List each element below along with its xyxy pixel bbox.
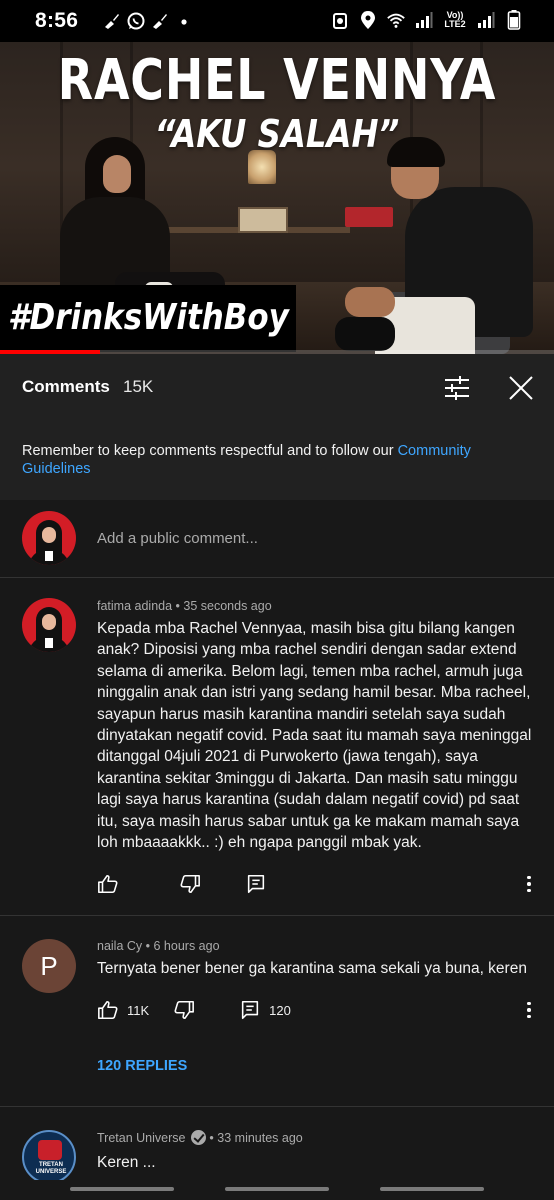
status-left-icons xyxy=(102,11,194,31)
comments-count: 15K xyxy=(123,377,154,396)
video-player[interactable]: RACHEL VENNYA “AKU SALAH” #DrinksWithBoy xyxy=(0,42,554,354)
video-subtitle-text: “AKU SALAH” xyxy=(154,112,400,156)
nav-pill[interactable] xyxy=(70,1187,174,1191)
wifi-icon xyxy=(386,10,406,30)
battery-icon xyxy=(504,10,524,30)
dislike-button[interactable] xyxy=(173,999,195,1021)
signal-icon xyxy=(476,10,496,30)
comment-item: fatima adinda • 35 seconds ago Kepada mb… xyxy=(0,578,554,916)
commenter-avatar[interactable] xyxy=(22,598,76,652)
avatar-logo-text: TRETAN UNIVERSE xyxy=(35,1162,67,1175)
dislike-button[interactable] xyxy=(179,873,201,895)
comment-text: Kepada mba Rachel Vennyaa, masih bisa gi… xyxy=(97,620,532,852)
comment-text: Ternyata bener bener ga karantina sama s… xyxy=(97,960,527,977)
reply-button[interactable]: 120 xyxy=(239,999,291,1021)
comment-time: 33 minutes ago xyxy=(217,1131,303,1145)
comment-author[interactable]: Tretan Universe xyxy=(97,1131,185,1145)
comment-actions: 11K 120 xyxy=(97,999,291,1021)
lte-label: LTE2 xyxy=(444,19,466,29)
more-options-button[interactable] xyxy=(522,873,536,895)
alarm-icon xyxy=(330,10,350,30)
comment-time: 6 hours ago xyxy=(153,939,220,953)
sort-filter-icon xyxy=(445,376,469,400)
comment-time: 35 seconds ago xyxy=(183,599,272,613)
comments-header: Comments 15K xyxy=(0,354,554,422)
add-comment-input[interactable]: Add a public comment... xyxy=(97,530,258,547)
reply-button[interactable] xyxy=(245,873,275,895)
more-options-button[interactable] xyxy=(522,999,536,1021)
location-icon xyxy=(358,10,378,30)
guidelines-text: Remember to keep comments respectful and… xyxy=(22,443,398,459)
tretan-logo-icon xyxy=(38,1140,62,1160)
close-icon xyxy=(509,376,533,400)
broom-icon xyxy=(150,11,170,31)
comment-author[interactable]: naila Cy xyxy=(97,939,142,953)
thumbs-up-icon xyxy=(98,1000,118,1020)
hashtag-banner: #DrinksWithBoy xyxy=(0,285,296,352)
nav-pill[interactable] xyxy=(225,1187,329,1191)
hashtag-text: #DrinksWithBoy xyxy=(8,297,289,338)
status-right-icons: Vo)) LTE2 xyxy=(330,10,524,30)
reply-icon xyxy=(242,1000,259,1020)
reply-icon xyxy=(247,874,265,894)
view-replies-link[interactable]: 120 REPLIES xyxy=(97,1058,187,1074)
verified-badge-icon xyxy=(190,1130,206,1145)
comment-meta: naila Cy • 6 hours ago xyxy=(97,939,220,953)
like-button[interactable]: 11K xyxy=(97,999,149,1021)
comment-item: P naila Cy • 6 hours ago Ternyata bener … xyxy=(0,917,554,1107)
man-figure xyxy=(335,137,535,354)
whatsapp-icon xyxy=(126,11,146,31)
nav-pill[interactable] xyxy=(380,1187,484,1191)
close-button[interactable] xyxy=(507,374,535,402)
comment-author[interactable]: fatima adinda xyxy=(97,599,172,613)
comment-actions xyxy=(97,873,275,895)
thumbs-down-icon xyxy=(174,1000,195,1020)
status-time: 8:56 xyxy=(35,9,79,32)
user-avatar xyxy=(22,511,76,565)
gesture-nav-bar xyxy=(0,1180,554,1200)
signal-icon xyxy=(414,10,434,30)
volte-icon: Vo)) LTE2 xyxy=(442,10,468,30)
reply-count: 120 xyxy=(269,1002,291,1018)
thumbs-up-icon xyxy=(98,874,118,894)
commenter-avatar[interactable]: P xyxy=(22,939,76,993)
commenter-avatar[interactable]: TRETAN UNIVERSE xyxy=(22,1130,76,1184)
comment-meta: Tretan Universe • 33 minutes ago xyxy=(97,1130,303,1145)
radio-prop xyxy=(238,207,288,233)
sort-filter-button[interactable] xyxy=(443,374,471,402)
comment-item: TRETAN UNIVERSE Tretan Universe • 33 min… xyxy=(0,1108,554,1184)
dot-icon xyxy=(174,11,194,31)
broom-icon xyxy=(102,11,122,31)
comment-text: Keren ... xyxy=(97,1154,156,1171)
thumbs-down-icon xyxy=(180,874,200,894)
status-bar: 8:56 Vo)) LTE2 xyxy=(0,0,554,42)
like-button[interactable] xyxy=(97,873,127,895)
add-comment-row[interactable]: Add a public comment... xyxy=(0,500,554,578)
comment-meta: fatima adinda • 35 seconds ago xyxy=(97,599,272,613)
community-guidelines-notice: Remember to keep comments respectful and… xyxy=(0,422,554,500)
video-title-text: RACHEL VENNYA xyxy=(57,48,497,113)
comments-title: Comments xyxy=(22,377,110,396)
like-count: 11K xyxy=(127,1002,150,1018)
